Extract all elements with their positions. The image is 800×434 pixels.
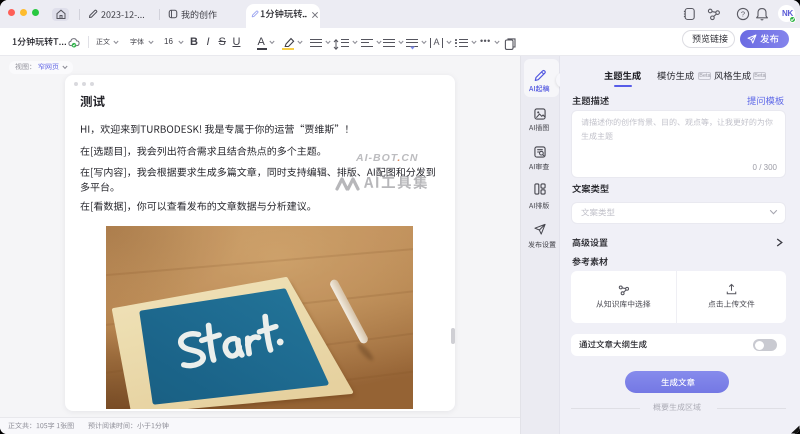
svg-text:?: ?: [741, 10, 745, 19]
